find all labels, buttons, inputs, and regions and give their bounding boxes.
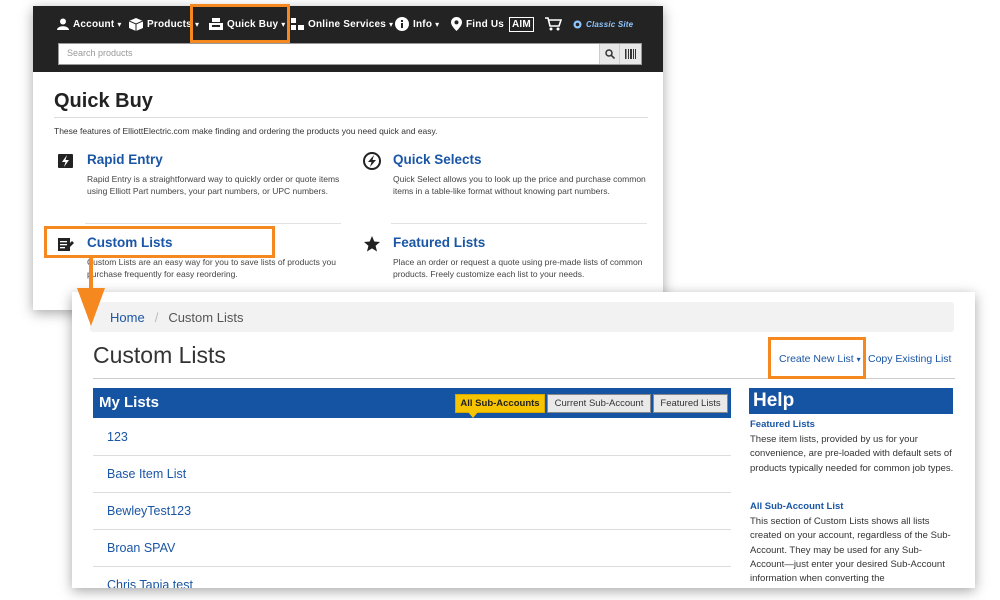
breadcrumb-home[interactable]: Home	[110, 310, 145, 325]
nav-info-label: Info	[413, 18, 433, 30]
help-heading-featured-lists: Featured Lists	[750, 419, 815, 430]
quick-buy-page: Account ▾ Products ▾ Quick Buy ▾ Online Ser…	[33, 6, 663, 310]
breadcrumb-separator: /	[154, 309, 159, 325]
feature-title[interactable]: Rapid Entry	[87, 152, 163, 167]
highlight-quick-buy	[190, 4, 290, 43]
map-pin-icon	[451, 17, 462, 31]
feature-desc: Quick Select allows you to look up the p…	[393, 174, 646, 196]
nav-aim[interactable]: AIM	[509, 14, 534, 34]
my-lists-title: My Lists	[99, 394, 160, 411]
help-text-featured-lists: These item lists, provided by us for you…	[750, 434, 954, 474]
search-button[interactable]	[599, 44, 619, 64]
barcode-icon	[625, 49, 636, 59]
cart-icon	[545, 17, 562, 31]
nav-online-services[interactable]: Online Services ▾	[291, 14, 393, 34]
page-intro: These features of ElliottElectric.com ma…	[54, 126, 438, 136]
feature-title[interactable]: Quick Selects	[393, 152, 482, 167]
nav-cart[interactable]	[545, 14, 566, 34]
feature-separator	[391, 223, 647, 224]
info-icon	[395, 17, 409, 31]
nav-find-us-label: Find Us	[466, 18, 505, 30]
refresh-icon	[573, 20, 582, 28]
nav-info[interactable]: Info ▾	[395, 14, 439, 34]
feature-title[interactable]: Featured Lists	[393, 235, 485, 250]
feature-separator	[85, 223, 341, 224]
aim-logo: AIM	[509, 16, 534, 32]
feature-desc: Place an order or request a quote using …	[393, 257, 643, 279]
arrow-connector	[89, 256, 93, 292]
nav-account[interactable]: Account ▾	[57, 14, 122, 34]
title-divider	[54, 117, 648, 118]
tab-featured-lists[interactable]: Featured Lists	[653, 394, 728, 413]
list-item[interactable]: Base Item List	[93, 456, 731, 493]
list-item[interactable]: 123	[93, 419, 731, 456]
help-heading-all-sub-account: All Sub-Account List	[750, 501, 844, 512]
lightning-circle-icon	[363, 152, 381, 170]
box-icon	[129, 17, 143, 31]
help-text-all-sub-account: This section of Custom Lists shows all l…	[750, 516, 951, 585]
feature-desc: Custom Lists are an easy way for you to …	[87, 257, 336, 279]
tab-current-sub-account[interactable]: Current Sub-Account	[547, 394, 651, 413]
nav-classic-site-label: Classic Site	[586, 19, 634, 29]
list-item[interactable]: BewleyTest123	[93, 493, 731, 530]
page-title: Quick Buy	[54, 90, 153, 112]
copy-existing-list-link[interactable]: Copy Existing List	[868, 353, 951, 365]
lightning-box-icon	[58, 154, 73, 168]
help-title: Help	[749, 388, 953, 414]
nav-find-us[interactable]: Find Us	[451, 14, 504, 34]
highlight-custom-lists	[44, 226, 275, 258]
my-lists-header: My Lists All Sub-Accounts Current Sub-Ac…	[93, 388, 731, 418]
tab-all-sub-accounts[interactable]: All Sub-Accounts	[455, 394, 545, 418]
nav-products[interactable]: Products ▾	[129, 14, 199, 34]
user-icon	[57, 18, 69, 30]
nav-classic-site[interactable]: Classic Site	[573, 14, 633, 34]
page-title: Custom Lists	[93, 342, 226, 368]
search-icon	[604, 49, 615, 59]
nav-online-services-label: Online Services	[308, 18, 387, 30]
nav-products-label: Products	[147, 18, 192, 30]
list-item[interactable]: Broan SPAV	[93, 530, 731, 567]
barcode-scan-button[interactable]	[619, 44, 641, 64]
main-navbar: Account ▾ Products ▾ Quick Buy ▾ Online Ser…	[33, 6, 663, 72]
list-item[interactable]: Chris Tapia test	[93, 567, 731, 588]
arrow-down-icon	[77, 288, 105, 326]
nav-account-label: Account	[73, 18, 115, 30]
highlight-create-new-list	[768, 337, 866, 379]
star-icon	[364, 236, 380, 252]
grid-icon	[291, 18, 304, 30]
composite-screenshot: Account ▾ Products ▾ Quick Buy ▾ Online Ser…	[0, 0, 1000, 600]
search-input[interactable]: Search products	[67, 48, 133, 58]
breadcrumb: Home / Custom Lists	[90, 302, 954, 332]
search-bar: Search products	[58, 43, 642, 65]
breadcrumb-current: Custom Lists	[168, 309, 244, 325]
feature-desc: Rapid Entry is a straightforward way to …	[87, 174, 340, 196]
